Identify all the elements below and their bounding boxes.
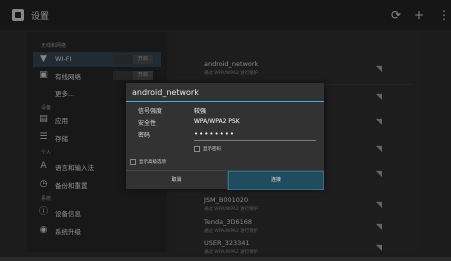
- dialog-title: android_network: [132, 88, 199, 97]
- advanced-options-checkbox[interactable]: [130, 159, 136, 165]
- password-input[interactable]: ••••••••: [194, 130, 316, 141]
- signal-strength-label: 信号强度: [138, 108, 163, 115]
- dialog-button-bar: 取消 连接: [126, 170, 324, 190]
- cancel-button[interactable]: 取消: [126, 171, 228, 190]
- dialog-title-divider: [126, 101, 324, 102]
- signal-strength-value: 较强: [194, 108, 207, 115]
- show-password-checkbox[interactable]: [194, 146, 200, 152]
- connect-button[interactable]: 连接: [228, 171, 324, 190]
- settings-screen: 设置 ⟳ + ⋮ 无线和网络 ▼ WI-FI 开启 ▣ 有线网络 开启 更多..…: [0, 0, 451, 257]
- advanced-options-label: 显示高级选项: [139, 160, 166, 165]
- wifi-connect-dialog: android_network 信号强度 较强 安全性 WPA/WPA2 PSK…: [126, 83, 324, 190]
- show-password-label: 显示密码: [203, 147, 221, 152]
- password-label: 密码: [138, 132, 151, 139]
- security-value: WPA/WPA2 PSK: [194, 118, 240, 125]
- security-label: 安全性: [138, 120, 157, 127]
